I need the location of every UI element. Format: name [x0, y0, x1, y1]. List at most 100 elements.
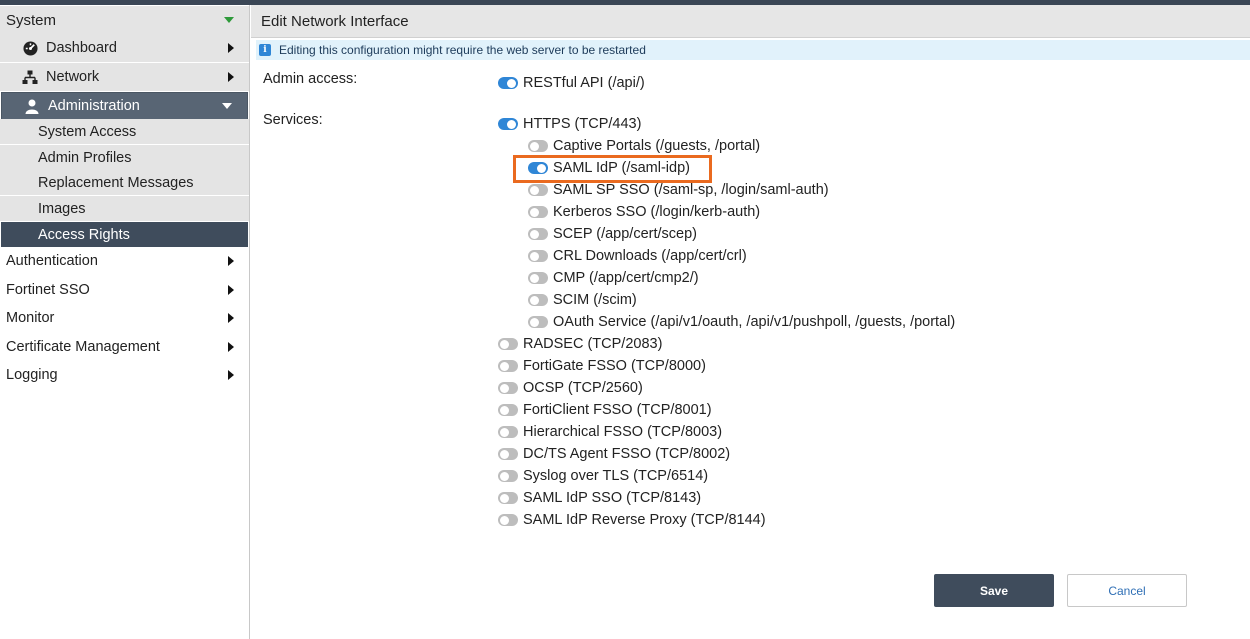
toggle-switch[interactable] — [498, 514, 518, 526]
toggle-switch[interactable] — [498, 118, 518, 130]
option-cmp[interactable]: CMP (/app/cert/cmp2/) — [528, 267, 699, 289]
chevron-right-icon — [228, 256, 234, 266]
option-dc-ts-agent-fsso[interactable]: DC/TS Agent FSSO (TCP/8002) — [498, 443, 730, 465]
sidebar-item-admin-profiles[interactable]: Admin Profiles — [0, 145, 249, 170]
sidebar-item-label: Administration — [48, 98, 140, 114]
toggle-switch[interactable] — [498, 404, 518, 416]
chevron-right-icon — [228, 370, 234, 380]
option-label: Captive Portals (/guests, /portal) — [553, 138, 761, 154]
admin-user-icon — [24, 98, 40, 114]
cancel-button[interactable]: Cancel — [1067, 574, 1187, 607]
option-scep[interactable]: SCEP (/app/cert/scep) — [528, 223, 697, 245]
sidebar-item-label: Monitor — [6, 310, 55, 326]
sidebar-item-label: System Access — [38, 123, 137, 140]
option-restful-api[interactable]: RESTful API (/api/) — [498, 72, 645, 94]
main-panel: Edit Network Interface i Editing this co… — [251, 5, 1250, 639]
option-hierarchical-fsso[interactable]: Hierarchical FSSO (TCP/8003) — [498, 421, 722, 443]
chevron-down-icon — [224, 17, 234, 23]
sidebar-item-label: Logging — [6, 367, 58, 383]
option-label: RADSEC (TCP/2083) — [523, 336, 663, 352]
sidebar-item-system-access[interactable]: System Access — [0, 119, 249, 144]
option-label: HTTPS (TCP/443) — [523, 116, 642, 132]
toggle-switch[interactable] — [498, 492, 518, 504]
sidebar-item-network[interactable]: Network — [0, 63, 249, 91]
option-label: SCIM (/scim) — [553, 292, 637, 308]
toggle-switch[interactable] — [498, 77, 518, 89]
option-saml-idp-reverse-proxy[interactable]: SAML IdP Reverse Proxy (TCP/8144) — [498, 509, 766, 531]
sidebar-item-fortinet-sso[interactable]: Fortinet SSO — [0, 276, 249, 304]
toggle-switch[interactable] — [498, 448, 518, 460]
option-label: OAuth Service (/api/v1/oauth, /api/v1/pu… — [553, 314, 956, 330]
sidebar-item-label: Admin Profiles — [38, 149, 132, 166]
highlight-box — [513, 155, 712, 183]
sidebar-item-administration[interactable]: Administration — [1, 92, 248, 120]
admin-access-label: Admin access: — [263, 71, 358, 87]
toggle-switch[interactable] — [528, 206, 548, 218]
sidebar-item-label: Replacement Messages — [38, 174, 194, 191]
toggle-switch[interactable] — [498, 470, 518, 482]
option-label: SCEP (/app/cert/scep) — [553, 226, 697, 242]
sidebar-item-dashboard[interactable]: Dashboard — [0, 34, 249, 62]
network-icon — [22, 69, 38, 85]
chevron-right-icon — [228, 285, 234, 295]
chevron-down-icon — [222, 103, 232, 109]
sidebar: System Dashboard Network Administration … — [0, 5, 250, 639]
sidebar-item-label: System — [6, 11, 57, 29]
notice-text: Editing this configuration might require… — [279, 43, 646, 57]
option-label: SAML IdP Reverse Proxy (TCP/8144) — [523, 512, 766, 528]
option-scim[interactable]: SCIM (/scim) — [528, 289, 637, 311]
option-crl-downloads[interactable]: CRL Downloads (/app/cert/crl) — [528, 245, 747, 267]
option-label: CRL Downloads (/app/cert/crl) — [553, 248, 747, 264]
option-https[interactable]: HTTPS (TCP/443) — [498, 113, 641, 135]
toggle-switch[interactable] — [528, 228, 548, 240]
option-fortigate-fsso[interactable]: FortiGate FSSO (TCP/8000) — [498, 355, 706, 377]
toggle-switch[interactable] — [498, 360, 518, 372]
dashboard-icon — [22, 40, 38, 56]
sidebar-item-logging[interactable]: Logging — [0, 361, 249, 389]
option-label: FortiClient FSSO (TCP/8001) — [523, 402, 712, 418]
option-radsec[interactable]: RADSEC (TCP/2083) — [498, 333, 662, 355]
toggle-switch[interactable] — [498, 382, 518, 394]
sidebar-item-images[interactable]: Images — [0, 196, 249, 221]
option-label: CMP (/app/cert/cmp2/) — [553, 270, 699, 286]
sidebar-item-authentication[interactable]: Authentication — [0, 247, 249, 275]
option-label: DC/TS Agent FSSO (TCP/8002) — [523, 446, 731, 462]
option-kerberos-sso[interactable]: Kerberos SSO (/login/kerb-auth) — [528, 201, 760, 223]
option-ocsp[interactable]: OCSP (TCP/2560) — [498, 377, 643, 399]
option-syslog-over-tls[interactable]: Syslog over TLS (TCP/6514) — [498, 465, 708, 487]
sidebar-item-label: Fortinet SSO — [6, 282, 90, 298]
sidebar-item-label: Network — [46, 69, 100, 85]
sidebar-item-label: Images — [38, 200, 86, 217]
save-button[interactable]: Save — [934, 574, 1054, 607]
sidebar-item-system[interactable]: System — [0, 6, 249, 34]
page-title: Edit Network Interface — [251, 5, 1250, 38]
sidebar-item-certificate-management[interactable]: Certificate Management — [0, 333, 249, 361]
sidebar-item-monitor[interactable]: Monitor — [0, 304, 249, 332]
sidebar-item-label: Dashboard — [46, 40, 117, 56]
sidebar-item-label: Authentication — [6, 253, 98, 269]
toggle-switch[interactable] — [528, 316, 548, 328]
chevron-right-icon — [228, 342, 234, 352]
toggle-switch[interactable] — [498, 426, 518, 438]
option-label: SAML SP SSO (/saml-sp, /login/saml-auth) — [553, 182, 829, 198]
sidebar-item-replacement-messages[interactable]: Replacement Messages — [0, 170, 249, 195]
option-label: RESTful API (/api/) — [523, 75, 645, 91]
option-label: Kerberos SSO (/login/kerb-auth) — [553, 204, 761, 220]
chevron-right-icon — [228, 72, 234, 82]
toggle-switch[interactable] — [528, 294, 548, 306]
option-saml-idp-sso[interactable]: SAML IdP SSO (TCP/8143) — [498, 487, 701, 509]
toggle-switch[interactable] — [528, 140, 548, 152]
option-label: FortiGate FSSO (TCP/8000) — [523, 358, 706, 374]
option-captive-portals[interactable]: Captive Portals (/guests, /portal) — [528, 135, 760, 157]
option-forticlient-fsso[interactable]: FortiClient FSSO (TCP/8001) — [498, 399, 712, 421]
restart-notice: i Editing this configuration might requi… — [256, 40, 1250, 60]
toggle-switch[interactable] — [528, 272, 548, 284]
sidebar-item-access-rights[interactable]: Access Rights — [1, 222, 248, 247]
sidebar-item-label: Access Rights — [38, 226, 130, 243]
toggle-switch[interactable] — [528, 250, 548, 262]
chevron-right-icon — [228, 313, 234, 323]
toggle-switch[interactable] — [498, 338, 518, 350]
option-oauth-service[interactable]: OAuth Service (/api/v1/oauth, /api/v1/pu… — [528, 311, 955, 333]
services-label: Services: — [263, 112, 323, 128]
toggle-switch[interactable] — [528, 184, 548, 196]
